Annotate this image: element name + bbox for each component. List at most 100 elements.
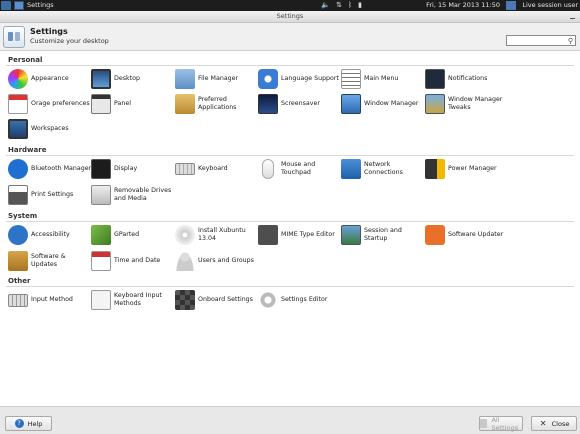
settings-item-workspaces[interactable]: Workspaces — [8, 117, 92, 141]
settings-item-time-and-date[interactable]: Time and Date — [91, 249, 175, 273]
settings-item-input-method[interactable]: Input Method — [8, 288, 92, 312]
settings-item-software-and-updates[interactable]: Software & Updates — [8, 249, 92, 273]
item-label: Network Connections — [364, 161, 403, 176]
info-icon — [91, 290, 111, 310]
item-label: Software & Updates — [31, 253, 66, 268]
settings-item-preferred-applications[interactable]: Preferred Applications — [175, 92, 259, 116]
settings-item-software-updater[interactable]: Software Updater — [425, 223, 509, 247]
item-label: Desktop — [114, 75, 140, 82]
all-settings-button[interactable]: All Settings — [479, 416, 523, 432]
help-button[interactable]: ? Help — [5, 416, 52, 431]
software-updates-icon — [8, 251, 28, 271]
settings-item-onboard-settings[interactable]: Onboard Settings — [175, 288, 259, 312]
item-label: Window Manager Tweaks — [448, 96, 503, 111]
settings-item-install-xubuntu[interactable]: Install Xubuntu 13.04 — [175, 223, 259, 247]
item-label: Install Xubuntu 13.04 — [198, 227, 246, 242]
power-icon[interactable]: ▮ — [358, 0, 362, 11]
window-manager-tweaks-icon — [425, 94, 445, 114]
settings-item-language-support[interactable]: Language Support — [258, 67, 342, 91]
file-manager-icon — [175, 69, 195, 89]
section-divider — [6, 65, 574, 66]
settings-item-screensaver[interactable]: Screensaver — [258, 92, 342, 116]
settings-item-network-connections[interactable]: Network Connections — [341, 157, 425, 181]
settings-item-users-and-groups[interactable]: Users and Groups — [175, 249, 259, 273]
session-menu[interactable]: Live session user — [522, 0, 578, 11]
main-menu-icon — [341, 69, 361, 89]
settings-item-gparted[interactable]: GParted — [91, 223, 175, 247]
item-label: Workspaces — [31, 125, 69, 132]
window-icon — [14, 1, 24, 10]
bluetooth-icon[interactable]: ᛒ — [348, 0, 352, 11]
settings-item-file-manager[interactable]: File Manager — [175, 67, 259, 91]
clock[interactable]: Fri, 15 Mar 2013 11:50 — [426, 0, 500, 11]
settings-item-display[interactable]: Display — [91, 157, 175, 181]
section-title-other: Other — [8, 277, 31, 285]
power-manager-icon — [425, 159, 445, 179]
settings-item-orage-preferences[interactable]: Orage preferences — [8, 92, 92, 116]
settings-item-window-manager[interactable]: Window Manager — [341, 92, 425, 116]
section-divider — [6, 221, 574, 222]
settings-item-desktop[interactable]: Desktop — [91, 67, 175, 91]
search-input[interactable]: ⚲ — [506, 35, 576, 46]
settings-icon — [3, 26, 25, 48]
network-icon[interactable]: ⇅ — [336, 0, 342, 11]
help-icon: ? — [14, 419, 24, 428]
window-titlebar[interactable]: Settings — [0, 11, 580, 23]
settings-item-bluetooth-manager[interactable]: Bluetooth Manager — [8, 157, 92, 181]
time-date-icon — [91, 251, 111, 271]
item-label: Settings Editor — [281, 296, 328, 303]
users-icon — [175, 251, 195, 271]
search-icon[interactable]: ⚲ — [568, 37, 573, 45]
workspaces-icon — [8, 119, 28, 139]
settings-item-keyboard-input-methods[interactable]: Keyboard Input Methods — [91, 288, 175, 312]
gparted-icon — [91, 225, 111, 245]
settings-item-print-settings[interactable]: Print Settings — [8, 183, 92, 207]
minimize-icon[interactable] — [569, 13, 576, 20]
calendar-icon — [8, 94, 28, 114]
page-title: Settings — [30, 27, 68, 36]
section-divider — [6, 286, 574, 287]
settings-item-keyboard[interactable]: Keyboard — [175, 157, 259, 181]
settings-item-removable-drives[interactable]: Removable Drives and Media — [91, 183, 175, 207]
notifications-icon — [425, 69, 445, 89]
item-label: Notifications — [448, 75, 488, 82]
item-label: Users and Groups — [198, 257, 254, 264]
screensaver-icon — [258, 94, 278, 114]
item-label: Accessibility — [31, 231, 70, 238]
taskbar-item-label: Settings — [27, 1, 54, 9]
settings-item-mouse-and-touchpad[interactable]: Mouse and Touchpad — [258, 157, 342, 181]
dialog-button-bar: ? Help All Settings ✕ Close — [0, 406, 580, 434]
onboard-icon — [175, 290, 195, 310]
item-label: Language Support — [281, 75, 339, 82]
applications-menu-icon[interactable] — [1, 1, 11, 10]
section-title-personal: Personal — [8, 56, 43, 64]
settings-item-panel[interactable]: Panel — [91, 92, 175, 116]
window-manager-icon — [341, 94, 361, 114]
item-label: Onboard Settings — [198, 296, 253, 303]
settings-item-main-menu[interactable]: Main Menu — [341, 67, 425, 91]
taskbar-item-settings[interactable]: Settings — [14, 0, 54, 11]
language-support-icon — [258, 69, 278, 89]
settings-item-mime-type-editor[interactable]: MIME Type Editor — [258, 223, 342, 247]
settings-content: Personal Appearance Desktop File Manager… — [0, 51, 580, 406]
settings-item-settings-editor[interactable]: Settings Editor — [258, 288, 342, 312]
item-label: Session and Startup — [364, 227, 402, 242]
install-disc-icon — [175, 225, 195, 245]
mime-type-icon — [258, 225, 278, 245]
item-label: File Manager — [198, 75, 239, 82]
accessibility-icon — [8, 225, 28, 245]
settings-item-appearance[interactable]: Appearance — [8, 67, 92, 91]
settings-item-window-manager-tweaks[interactable]: Window Manager Tweaks — [425, 92, 509, 116]
item-label: Screensaver — [281, 100, 320, 107]
settings-item-session-and-startup[interactable]: Session and Startup — [341, 223, 425, 247]
section-divider — [6, 155, 574, 156]
settings-item-notifications[interactable]: Notifications — [425, 67, 509, 91]
volume-icon[interactable]: 🔈 — [321, 0, 330, 11]
close-button[interactable]: ✕ Close — [531, 416, 577, 431]
mouse-icon — [262, 159, 274, 179]
appearance-icon — [8, 69, 28, 89]
settings-item-accessibility[interactable]: Accessibility — [8, 223, 92, 247]
settings-item-power-manager[interactable]: Power Manager — [425, 157, 509, 181]
item-label: Display — [114, 165, 138, 172]
item-label: Power Manager — [448, 165, 497, 172]
